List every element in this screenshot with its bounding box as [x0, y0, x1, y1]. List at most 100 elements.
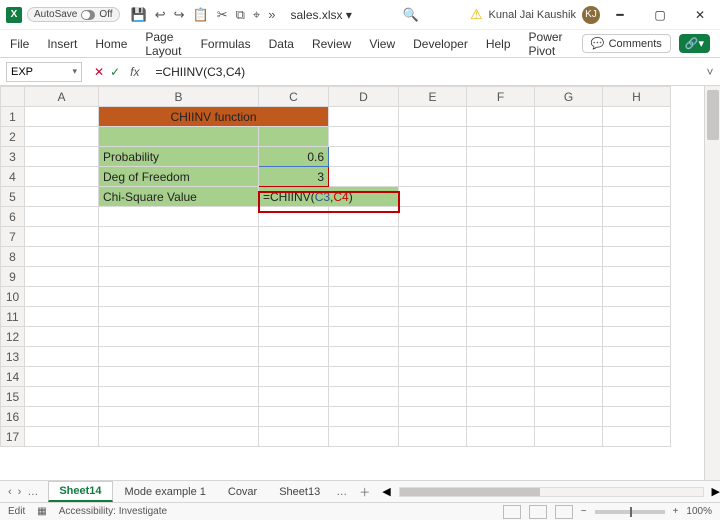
share-button[interactable]: 🔗▾	[679, 34, 710, 53]
fx-icon[interactable]: fx	[126, 65, 143, 79]
cell-C13[interactable]	[259, 347, 329, 367]
col-header-H[interactable]: H	[603, 87, 671, 107]
tab-view[interactable]: View	[369, 32, 395, 56]
row-header-7[interactable]: 7	[1, 227, 25, 247]
close-button[interactable]: ✕	[680, 0, 720, 30]
cell-B14[interactable]	[99, 367, 259, 387]
cell-E10[interactable]	[399, 287, 467, 307]
row-header-13[interactable]: 13	[1, 347, 25, 367]
cancel-formula-icon[interactable]: ✕	[94, 65, 104, 79]
undo-icon[interactable]: ↩	[155, 7, 166, 23]
cell-A7[interactable]	[25, 227, 99, 247]
cell-G5[interactable]	[535, 187, 603, 207]
cell-A1[interactable]	[25, 107, 99, 127]
tab-page-layout[interactable]: Page Layout	[145, 25, 182, 63]
accessibility-status[interactable]: Accessibility: Investigate	[59, 506, 167, 517]
cell-F9[interactable]	[467, 267, 535, 287]
cell-E1[interactable]	[399, 107, 467, 127]
cell-B17[interactable]	[99, 427, 259, 447]
horizontal-scroll-thumb[interactable]	[400, 488, 540, 496]
cell-E2[interactable]	[399, 127, 467, 147]
cell-F10[interactable]	[467, 287, 535, 307]
cell-E5[interactable]	[399, 187, 467, 207]
minimize-button[interactable]: ━	[600, 0, 640, 30]
cell-G7[interactable]	[535, 227, 603, 247]
comments-button[interactable]: 💬 Comments	[582, 34, 671, 53]
cell-B4[interactable]: Deg of Freedom	[99, 167, 259, 187]
cell-B12[interactable]	[99, 327, 259, 347]
cell-D13[interactable]	[329, 347, 399, 367]
zoom-out-icon[interactable]: −	[581, 506, 587, 517]
cell-H17[interactable]	[603, 427, 671, 447]
cell-F5[interactable]	[467, 187, 535, 207]
cell-B3[interactable]: Probability	[99, 147, 259, 167]
vertical-scroll-thumb[interactable]	[707, 90, 719, 140]
cell-E15[interactable]	[399, 387, 467, 407]
cell-D12[interactable]	[329, 327, 399, 347]
row-header-5[interactable]: 5	[1, 187, 25, 207]
cell-C9[interactable]	[259, 267, 329, 287]
cell-D2[interactable]	[329, 127, 399, 147]
tab-insert[interactable]: Insert	[47, 32, 77, 56]
cell-C15[interactable]	[259, 387, 329, 407]
cell-B2[interactable]	[99, 127, 259, 147]
cell-E16[interactable]	[399, 407, 467, 427]
cell-F2[interactable]	[467, 127, 535, 147]
cell-G1[interactable]	[535, 107, 603, 127]
col-header-E[interactable]: E	[399, 87, 467, 107]
maximize-button[interactable]: ▢	[640, 0, 680, 30]
row-header-9[interactable]: 9	[1, 267, 25, 287]
col-header-C[interactable]: C	[259, 87, 329, 107]
cell-D3[interactable]	[329, 147, 399, 167]
cell-A11[interactable]	[25, 307, 99, 327]
row-header-17[interactable]: 17	[1, 427, 25, 447]
search-icon[interactable]: 🔍	[403, 7, 419, 23]
file-name[interactable]: sales.xlsx ▾	[290, 8, 351, 22]
cell-D8[interactable]	[329, 247, 399, 267]
cell-D7[interactable]	[329, 227, 399, 247]
cell-F11[interactable]	[467, 307, 535, 327]
cell-F17[interactable]	[467, 427, 535, 447]
row-header-3[interactable]: 3	[1, 147, 25, 167]
sheet-tab-1[interactable]: Mode example 1	[115, 483, 216, 501]
row-header-6[interactable]: 6	[1, 207, 25, 227]
cell-A2[interactable]	[25, 127, 99, 147]
sheet-tab-active[interactable]: Sheet14	[48, 481, 112, 502]
cell-A6[interactable]	[25, 207, 99, 227]
cell-B15[interactable]	[99, 387, 259, 407]
cell-B5[interactable]: Chi-Square Value	[99, 187, 259, 207]
cell-H2[interactable]	[603, 127, 671, 147]
cell-C12[interactable]	[259, 327, 329, 347]
cell-A4[interactable]	[25, 167, 99, 187]
cell-H5[interactable]	[603, 187, 671, 207]
tab-review[interactable]: Review	[312, 32, 351, 56]
cell-E17[interactable]	[399, 427, 467, 447]
cell-A15[interactable]	[25, 387, 99, 407]
autosave-toggle[interactable]: AutoSave Off	[27, 7, 120, 22]
cell-G3[interactable]	[535, 147, 603, 167]
zoom-slider[interactable]	[595, 510, 665, 514]
warning-icon[interactable]: ⚠	[470, 6, 483, 23]
cell-C6[interactable]	[259, 207, 329, 227]
tab-file[interactable]: File	[10, 32, 29, 56]
row-header-4[interactable]: 4	[1, 167, 25, 187]
cell-G8[interactable]	[535, 247, 603, 267]
cell-F15[interactable]	[467, 387, 535, 407]
cell-F12[interactable]	[467, 327, 535, 347]
cell-C3[interactable]: 0.6	[259, 147, 329, 167]
cell-A12[interactable]	[25, 327, 99, 347]
col-header-A[interactable]: A	[25, 87, 99, 107]
cell-G12[interactable]	[535, 327, 603, 347]
cell-H8[interactable]	[603, 247, 671, 267]
cell-C7[interactable]	[259, 227, 329, 247]
cell-C5-active[interactable]: =CHIINV(C3,C4)	[259, 187, 399, 207]
cut-icon[interactable]: ✂	[217, 7, 228, 23]
tab-formulas[interactable]: Formulas	[201, 32, 251, 56]
cell-G10[interactable]	[535, 287, 603, 307]
qat-overflow-icon[interactable]: »	[268, 7, 275, 22]
cell-H13[interactable]	[603, 347, 671, 367]
cell-A17[interactable]	[25, 427, 99, 447]
cell-E8[interactable]	[399, 247, 467, 267]
cell-D9[interactable]	[329, 267, 399, 287]
row-header-16[interactable]: 16	[1, 407, 25, 427]
